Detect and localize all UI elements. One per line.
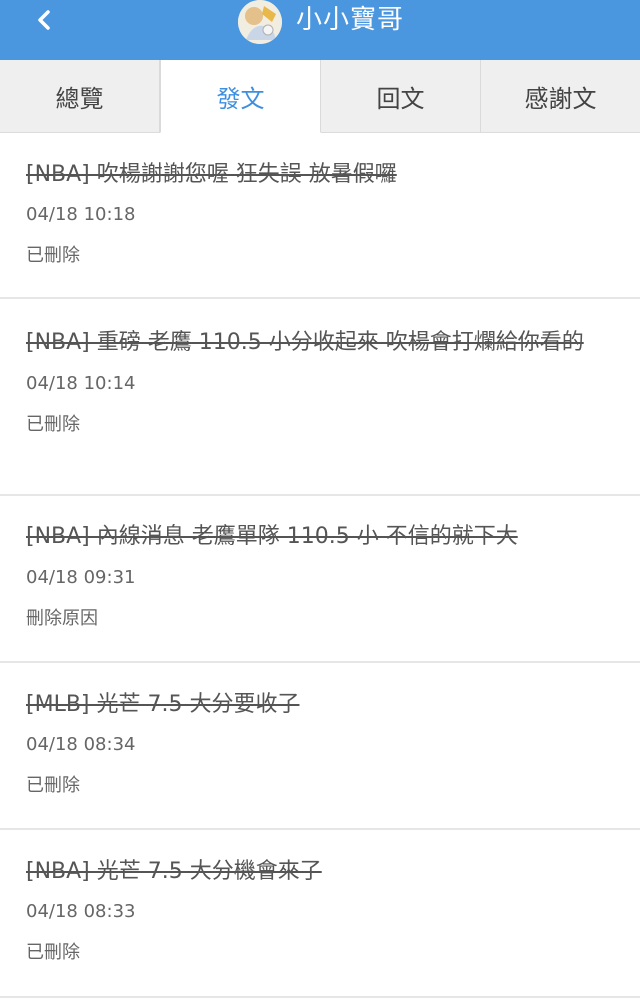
tab-thanks[interactable]: 感謝文 [481, 60, 640, 132]
post-date: 04/18 09:31 [26, 567, 136, 588]
list-item[interactable]: [NBA] 吹楊謝謝您喔 狂失誤 放暑假囉 04/18 10:18 已刪除 [0, 133, 640, 299]
post-status: 已刪除 [26, 775, 80, 796]
back-button[interactable] [28, 6, 68, 38]
tab-replies[interactable]: 回文 [321, 60, 481, 132]
tab-bar: 總覽 發文 回文 感謝文 [0, 60, 640, 133]
user-name: 小小寶哥 [296, 5, 405, 35]
post-title[interactable]: [NBA] 內線消息 老鷹單隊 110.5 小 不信的就下大 [26, 521, 610, 553]
avatar-image [238, 0, 282, 44]
post-status[interactable]: 刪除原因 [26, 607, 610, 631]
post-date: 04/18 10:14 [26, 373, 136, 394]
post-status: 已刪除 [26, 942, 80, 963]
avatar[interactable] [238, 0, 282, 44]
tab-overview[interactable]: 總覽 [0, 60, 160, 132]
post-title[interactable]: [NBA] 光芒 7.5 大分機會來了 [26, 856, 610, 888]
post-date: 04/18 08:34 [26, 734, 136, 755]
list-item[interactable]: [NBA] 內線消息 老鷹單隊 110.5 小 不信的就下大 04/18 09:… [0, 496, 640, 663]
post-title[interactable]: [MLB] 光芒 7.5 大分要收了 [26, 689, 610, 721]
post-status: 已刪除 [26, 245, 80, 266]
post-date: 04/18 08:33 [26, 901, 136, 922]
list-item[interactable]: [NBA] 重磅 老鷹 110.5 小分收起來 吹楊會打爛給你看的 04/18 … [0, 299, 640, 496]
post-list: [NBA] 吹楊謝謝您喔 狂失誤 放暑假囉 04/18 10:18 已刪除 [N… [0, 133, 640, 998]
list-item[interactable]: [MLB] 光芒 7.5 大分要收了 04/18 08:34 已刪除 [0, 663, 640, 830]
post-title[interactable]: [NBA] 重磅 老鷹 110.5 小分收起來 吹楊會打爛給你看的 [26, 327, 610, 359]
post-title[interactable]: [NBA] 吹楊謝謝您喔 狂失誤 放暑假囉 [26, 159, 610, 191]
post-date: 04/18 10:18 [26, 204, 136, 225]
list-item[interactable]: [NBA] 光芒 7.5 大分機會來了 04/18 08:33 已刪除 [0, 830, 640, 998]
post-status: 已刪除 [26, 414, 80, 435]
app-header: 小小寶哥 [0, 0, 640, 60]
chevron-left-icon [38, 10, 50, 30]
tab-posts[interactable]: 發文 [160, 60, 321, 133]
